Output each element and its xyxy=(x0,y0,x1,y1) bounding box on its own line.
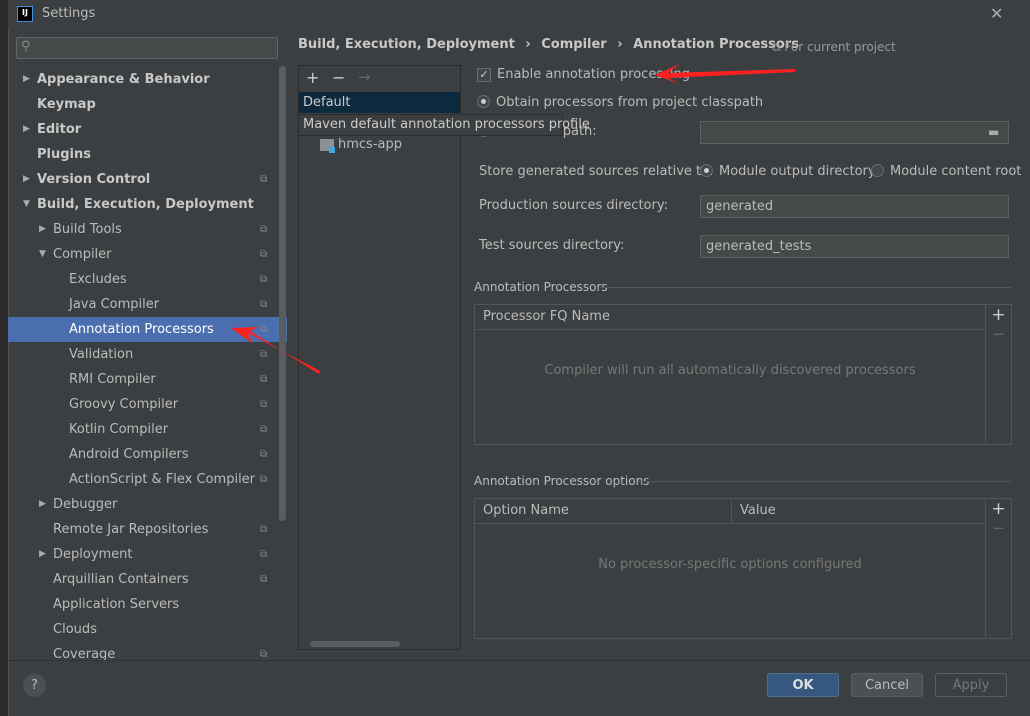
annotation-arrows xyxy=(231,64,795,374)
red-arrow xyxy=(231,327,320,374)
red-arrow xyxy=(655,64,795,84)
